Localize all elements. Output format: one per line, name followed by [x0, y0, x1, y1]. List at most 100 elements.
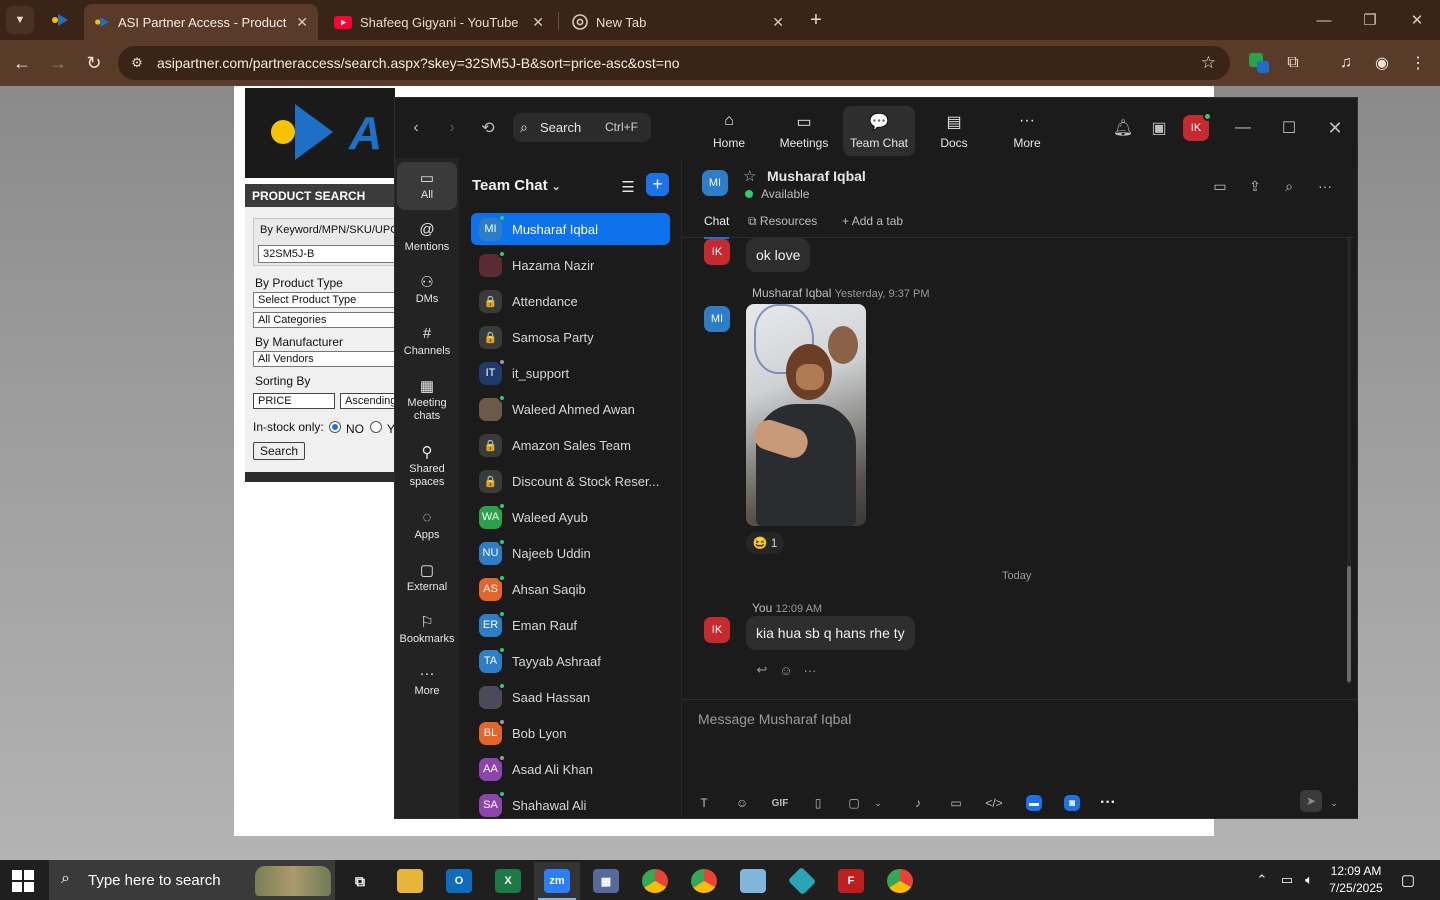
- tab-youtube[interactable]: Shafeeq Gigyani - YouTube ✕: [324, 4, 554, 40]
- rail-apps[interactable]: ◌ Apps: [397, 502, 457, 550]
- taskbar-search[interactable]: ⌕ Type here to search: [49, 860, 335, 900]
- taskbar-excel[interactable]: X: [485, 862, 531, 900]
- address-bar[interactable]: ⚙ asipartner.com/partneraccess/search.as…: [118, 46, 1230, 80]
- message-input[interactable]: Message Musharaf Iqbal: [698, 711, 851, 727]
- keyword-input[interactable]: 32SM5J-B: [258, 245, 398, 263]
- forward-icon[interactable]: ›: [440, 116, 464, 140]
- puzzle-icon[interactable]: ⧉: [1282, 52, 1304, 74]
- close-window-button[interactable]: ✕: [1405, 8, 1429, 32]
- taskbar-notes-app[interactable]: [730, 862, 776, 900]
- tab-resources[interactable]: ⧉ Resources: [748, 214, 817, 229]
- rail-bookmarks[interactable]: ⚐ Bookmarks: [397, 606, 457, 654]
- notification-center-icon[interactable]: ▢: [1398, 870, 1418, 890]
- screenshot-icon[interactable]: ▢: [842, 792, 866, 814]
- tab-search-button[interactable]: ▼: [6, 6, 34, 34]
- rail-all[interactable]: ▭ All: [397, 162, 457, 210]
- rail-dms[interactable]: ⚇ DMs: [397, 266, 457, 314]
- nav-team-chat[interactable]: 💬 Team Chat: [843, 106, 915, 156]
- video-message-icon[interactable]: ▭: [944, 792, 968, 814]
- new-chat-button[interactable]: +: [646, 173, 669, 196]
- taskbar-chrome[interactable]: [632, 862, 678, 900]
- chat-list-item[interactable]: WA Waleed Ayub: [471, 501, 670, 533]
- site-info-icon[interactable]: ⚙: [128, 54, 146, 72]
- instock-no-radio[interactable]: [329, 421, 341, 433]
- taskbar-chrome-secondary[interactable]: [877, 862, 923, 900]
- chevron-up-icon[interactable]: ⌃: [1252, 870, 1272, 890]
- taskbar-outlook[interactable]: O: [436, 862, 482, 900]
- format-text-icon[interactable]: T: [692, 792, 716, 814]
- extension-badge-icon[interactable]: [1248, 52, 1270, 74]
- rail-channels[interactable]: # Channels: [397, 318, 457, 366]
- more-options-icon[interactable]: ···: [1314, 175, 1336, 197]
- history-icon[interactable]: ⟲: [476, 116, 500, 140]
- conversation-avatar[interactable]: MI: [702, 170, 728, 196]
- reaction-chip[interactable]: 😆 1: [746, 532, 784, 554]
- add-reaction-icon[interactable]: ☺: [776, 660, 796, 680]
- chat-list-item[interactable]: BL Bob Lyon: [471, 717, 670, 749]
- tab-new-tab[interactable]: New Tab ✕: [562, 4, 794, 40]
- microphone-icon[interactable]: ♪: [906, 792, 930, 814]
- chat-list-item[interactable]: Waleed Ahmed Awan: [471, 393, 670, 425]
- url-text[interactable]: asipartner.com/partneraccess/search.aspx…: [157, 55, 680, 71]
- nav-home[interactable]: ⌂ Home: [693, 106, 765, 156]
- chat-list-item[interactable]: TA Tayyab Ashraaf: [471, 645, 670, 677]
- chat-list-item[interactable]: 🔒 Discount & Stock Reser...: [471, 465, 670, 497]
- sort-field-select[interactable]: PRICE: [253, 393, 335, 409]
- gif-icon[interactable]: GIF: [768, 792, 792, 814]
- zoom-search-box[interactable]: ⌕ Search Ctrl+F: [513, 113, 651, 142]
- reload-button[interactable]: ↻: [81, 50, 107, 76]
- profile-icon[interactable]: ◉: [1371, 52, 1393, 74]
- sort-order-select[interactable]: Ascending: [340, 393, 395, 409]
- rail-more[interactable]: ··· More: [397, 658, 457, 706]
- more-icon[interactable]: ···: [1096, 792, 1120, 814]
- network-icon[interactable]: ▭: [1277, 870, 1297, 890]
- taskbar-chrome-profile[interactable]: [681, 862, 727, 900]
- taskbar-clock[interactable]: 12:09 AM 7/25/2025: [1316, 863, 1396, 897]
- close-icon[interactable]: ✕: [1323, 116, 1347, 140]
- tab-asi-partner-access[interactable]: ASI Partner Access - Product Se ✕: [84, 4, 318, 40]
- chat-list-item[interactable]: MI Musharaf Iqbal: [471, 213, 670, 245]
- search-icon[interactable]: ⌕: [1278, 175, 1300, 197]
- nav-meetings[interactable]: ▭ Meetings: [768, 106, 840, 156]
- sender-avatar[interactable]: IK: [704, 239, 730, 265]
- conversation-name[interactable]: Musharaf Iqbal: [767, 168, 866, 184]
- close-icon[interactable]: ✕: [772, 14, 784, 31]
- taskbar-app-diamond[interactable]: [779, 862, 825, 900]
- taskbar-zoom[interactable]: zm: [534, 862, 580, 900]
- maximize-icon[interactable]: ☐: [1277, 116, 1301, 140]
- chat-list-item[interactable]: 🔒 Attendance: [471, 285, 670, 317]
- manufacturer-select[interactable]: All Vendors: [253, 351, 395, 367]
- tab-add[interactable]: + Add a tab: [842, 214, 903, 228]
- taskbar-filezilla[interactable]: F: [828, 862, 874, 900]
- filter-icon[interactable]: ☰: [617, 176, 639, 198]
- bell-icon[interactable]: 🔔︎: [1111, 116, 1135, 140]
- share-screen-icon[interactable]: ⇪: [1244, 175, 1266, 197]
- nav-docs[interactable]: ▤ Docs: [918, 106, 990, 156]
- file-icon[interactable]: ▯: [806, 792, 830, 814]
- shared-photo[interactable]: [746, 304, 866, 526]
- back-icon[interactable]: ‹: [404, 116, 428, 140]
- taskbar-calculator[interactable]: ▦: [583, 862, 629, 900]
- chat-list-item[interactable]: SA Shahawal Ali: [471, 789, 670, 821]
- back-button[interactable]: ←: [9, 50, 35, 76]
- restore-window-button[interactable]: ❐: [1358, 8, 1382, 32]
- chat-list-header[interactable]: Team Chat ⌄: [472, 177, 561, 194]
- sender-avatar[interactable]: MI: [704, 306, 730, 332]
- app-icon[interactable]: ▬: [1026, 795, 1042, 811]
- chat-list-item[interactable]: 🔒 Amazon Sales Team: [471, 429, 670, 461]
- reply-icon[interactable]: ↩: [752, 660, 772, 680]
- new-tab-button[interactable]: +: [804, 8, 828, 32]
- minimize-window-button[interactable]: —: [1312, 8, 1336, 32]
- rail-external[interactable]: ▢ External: [397, 554, 457, 602]
- code-icon[interactable]: </>: [982, 792, 1006, 814]
- menu-kebab-icon[interactable]: ⋮: [1407, 52, 1429, 74]
- send-button[interactable]: ➤: [1300, 790, 1322, 812]
- emoji-icon[interactable]: ☺: [730, 792, 754, 814]
- pinned-tab[interactable]: [44, 6, 76, 34]
- chat-list-item[interactable]: IT it_support: [471, 357, 670, 389]
- chat-list-item[interactable]: 🔒 Samosa Party: [471, 321, 670, 353]
- forward-button[interactable]: →: [45, 50, 71, 76]
- chat-list-item[interactable]: Hazama Nazir: [471, 249, 670, 281]
- video-call-icon[interactable]: ▭: [1209, 175, 1231, 197]
- category-select[interactable]: All Categories: [253, 312, 395, 328]
